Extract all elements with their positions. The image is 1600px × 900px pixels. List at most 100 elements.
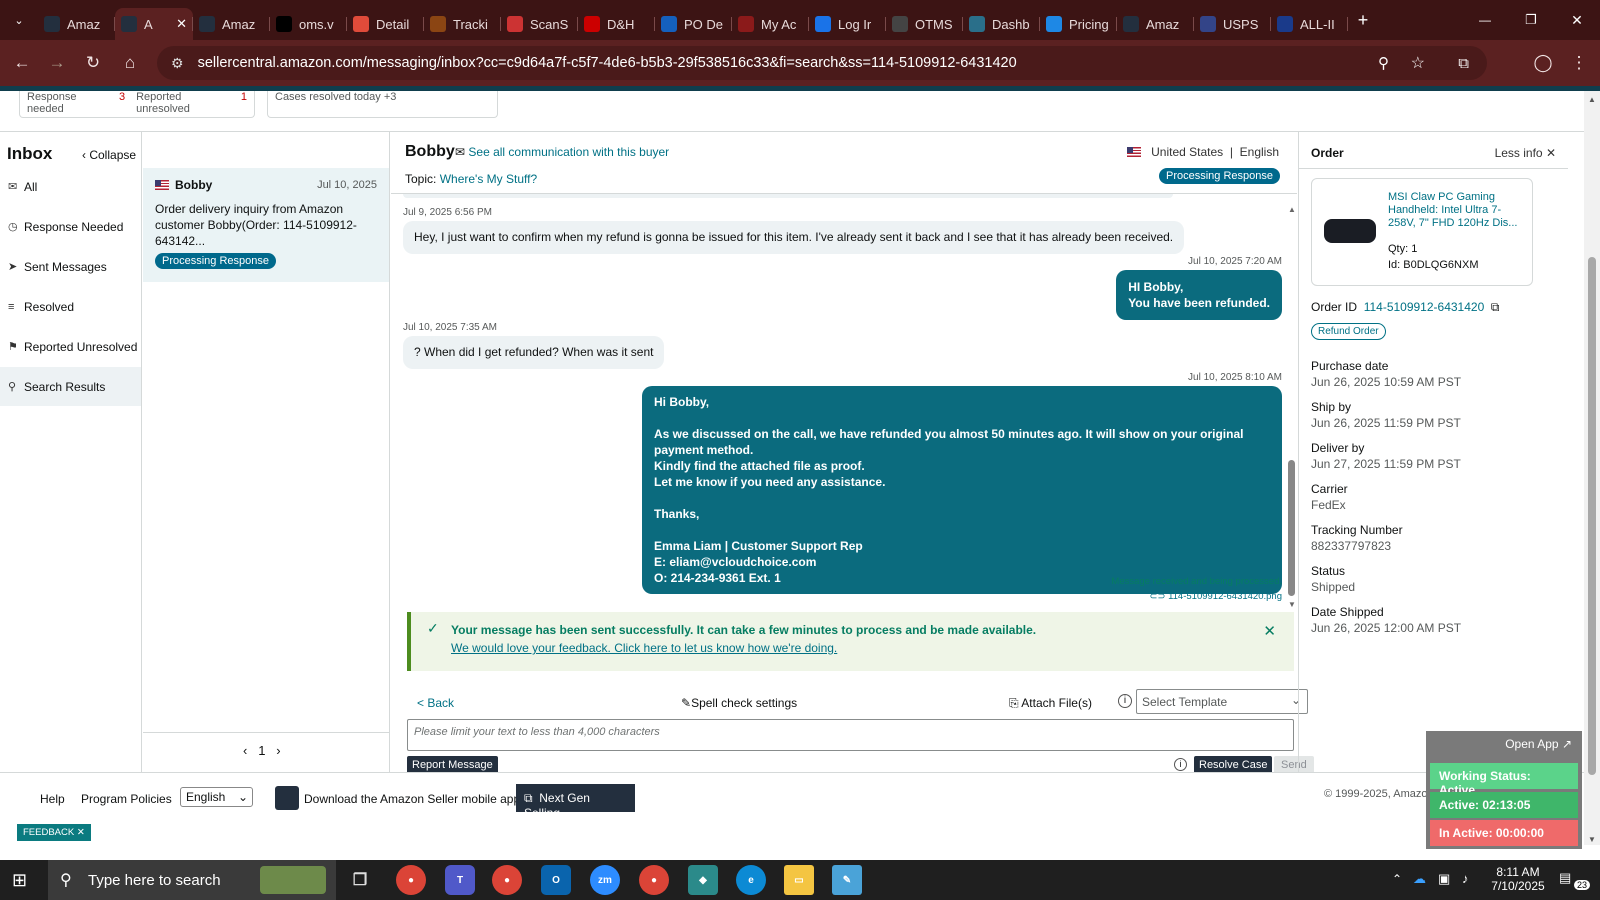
copy-icon[interactable]: ⧉ [1491,300,1500,314]
new-tab-button[interactable]: + [1348,10,1378,31]
collapse-button[interactable]: ‹ Collapse [82,148,136,162]
language-select[interactable]: English ⌄ [180,787,253,807]
message-textarea[interactable]: Please limit your text to less than 4,00… [407,719,1294,751]
feedback-button[interactable]: FEEDBACK ✕ [17,824,91,841]
minimize-icon[interactable]: — [1462,13,1508,27]
chevron-right-icon[interactable]: › [276,743,280,758]
browser-tab[interactable]: ScanS [501,8,578,40]
teams-icon[interactable]: T [445,865,475,895]
browser-tab[interactable]: OTMS [886,8,963,40]
browser-tab[interactable]: Amaz [1117,8,1194,40]
topic-value[interactable]: Where's My Stuff? [440,172,537,186]
browser-tab[interactable]: Amaz [38,8,115,40]
task-view-icon[interactable]: ❒ [345,865,375,895]
next-gen-selling-button[interactable]: ⧉ Next Gen Selling [516,784,635,820]
browser-tab[interactable]: Dashb [963,8,1040,40]
menu-kebab-icon[interactable]: ⋮ [1564,48,1594,78]
windows-start-icon[interactable]: ⊞ [12,870,27,891]
order-id-link[interactable]: 114-5109912-6431420 [1364,300,1485,314]
sidebar-item-resolved[interactable]: ≡ Resolved [0,287,141,326]
extensions-icon[interactable]: ⧉ [1458,55,1469,72]
list-item[interactable]: Bobby Jul 10, 2025 Order delivery inquir… [143,168,389,282]
browser-tab[interactable]: PO De [655,8,732,40]
sidebar-item-response-needed[interactable]: ◷ Response Needed [0,207,141,246]
browser-tab[interactable]: Pricing [1040,8,1117,40]
scroll-down-icon[interactable]: ▼ [1588,835,1596,844]
see-all-text[interactable]: See all communication with this buyer [468,145,669,159]
close-window-icon[interactable]: ✕ [1554,12,1600,29]
zoom-icon[interactable]: ⚲ [1378,54,1389,72]
home-icon[interactable]: ⌂ [115,48,145,78]
volume-icon[interactable]: ♪ [1462,871,1469,886]
spell-check-button[interactable]: ✎Spell check settings [681,696,797,710]
outlook-icon[interactable]: O [541,865,571,895]
stat-response-needed[interactable]: Response needed 3 Reported unresolved 1 [19,91,255,118]
tab-search-icon[interactable]: ⌄ [0,0,38,40]
sidebar-item-reported-unresolved[interactable]: ⚑ Reported Unresolved [0,327,141,366]
scroll-up-icon[interactable]: ▲ [1288,205,1296,214]
feedback-link[interactable]: We would love your feedback. Click here … [451,641,837,655]
attach-files-button[interactable]: ⎘ Attach File(s) [1009,696,1092,711]
see-all-link[interactable]: ✉ See all communication with this buyer [455,145,669,159]
seller-app-icon[interactable] [275,786,299,810]
onedrive-icon[interactable]: ☁ [1413,871,1426,887]
edge-icon[interactable]: e [736,865,766,895]
browser-tab[interactable]: A ✕ [115,8,193,40]
browser-tab[interactable]: Tracki [424,8,501,40]
network-icon[interactable]: ▣ [1438,871,1450,887]
restore-icon[interactable]: ❐ [1508,12,1554,28]
scroll-down-icon[interactable]: ▼ [1288,600,1296,609]
notifications-icon[interactable]: ▤ [1559,870,1571,886]
zoom-icon[interactable]: zm [590,865,620,895]
notes-icon[interactable]: ✎ [832,865,862,895]
taskbar-search[interactable]: ⚲ Type here to search [48,860,336,900]
help-link[interactable]: Help [40,792,65,806]
browser-tab[interactable]: USPS [1194,8,1271,40]
address-bar[interactable]: ⚙ sellercentral.amazon.com/messaging/inb… [157,46,1487,80]
reload-icon[interactable]: ↻ [78,48,108,78]
browser-tab[interactable]: My Ac [732,8,809,40]
browser-tab[interactable]: Log Ir [809,8,886,40]
browser-tab[interactable]: oms.v [270,8,347,40]
back-arrow-icon[interactable]: ← [7,48,37,78]
sidebar-item-sent-messages[interactable]: ➤ Sent Messages [0,247,141,286]
close-icon[interactable]: ✕ [1263,622,1276,640]
page-scrollbar[interactable]: ▲ ▼ [1584,91,1600,845]
browser-tab[interactable]: ALL-II [1271,8,1348,40]
less-info-button[interactable]: Less info ✕ [1495,146,1556,160]
browser-tab[interactable]: D&H [578,8,655,40]
browser-tab[interactable]: Detail [347,8,424,40]
chevron-left-icon[interactable]: ‹ [243,743,247,758]
app-icon[interactable]: ◆ [688,865,718,895]
chrome-icon[interactable]: ● [396,865,426,895]
chrome-profile-icon[interactable]: ● [492,865,522,895]
page-number[interactable]: 1 [258,743,265,758]
browser-tab[interactable]: Amaz [193,8,270,40]
open-app-button[interactable]: Open App ↗ [1505,737,1572,751]
chevron-up-icon[interactable]: ⌃ [1392,872,1402,886]
conversation-scrollbar[interactable]: ▲ ▼ [1288,205,1296,609]
scroll-thumb[interactable] [1588,257,1596,775]
scroll-up-icon[interactable]: ▲ [1588,95,1596,104]
stat-cases-resolved[interactable]: Cases resolved today +3 [267,91,498,118]
attachment-link[interactable]: ⊂⊃ 114-5109912-6431420.png [1150,591,1283,602]
mobile-app-link[interactable]: Download the Amazon Seller mobile app [304,792,520,806]
bookmark-star-icon[interactable]: ☆ [1411,53,1425,73]
refund-order-button[interactable]: Refund Order [1311,323,1386,340]
product-title[interactable]: MSI Claw PC Gaming Handheld: Intel Ultra… [1388,191,1528,230]
back-link[interactable]: < Back [417,696,454,710]
template-select[interactable]: Select Template ⌄ [1136,689,1308,714]
clock[interactable]: 8:11 AM 7/10/2025 [1488,865,1548,893]
close-tab-icon[interactable]: ✕ [176,16,187,32]
site-info-icon[interactable]: ⚙ [171,55,184,72]
chrome-alt-icon[interactable]: ● [639,865,669,895]
sidebar-item-all[interactable]: ✉ All [0,167,141,206]
program-policies-link[interactable]: Program Policies [81,792,172,806]
info-icon[interactable]: i [1174,758,1187,771]
info-icon[interactable]: i [1118,694,1132,708]
forward-arrow-icon[interactable]: → [42,48,72,78]
attachment-name[interactable]: 114-5109912-6431420.png [1168,591,1282,602]
sidebar-item-search-results[interactable]: ⚲ Search Results [0,367,141,406]
profile-icon[interactable]: ◯ [1528,48,1558,78]
scroll-thumb[interactable] [1288,460,1295,596]
